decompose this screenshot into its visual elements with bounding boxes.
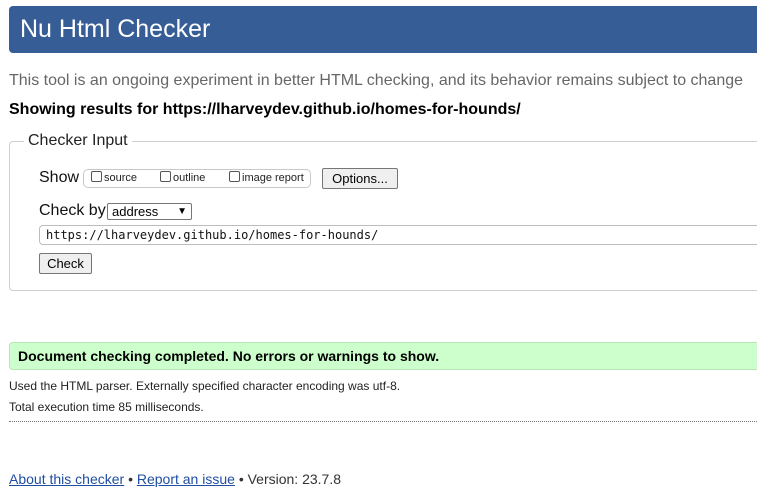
image-report-label: image report [242, 172, 304, 184]
about-checker-link[interactable]: About this checker [9, 471, 124, 487]
source-label: source [104, 172, 138, 184]
check-by-select[interactable]: address ▼ [107, 203, 192, 220]
parser-info: Used the HTML parser. Externally specifi… [9, 379, 401, 393]
header-bar: Nu Html Checker [9, 6, 757, 53]
check-by-label: Check by [39, 202, 106, 219]
divider [9, 421, 757, 422]
outline-checkbox[interactable] [160, 171, 171, 182]
show-image-report-option[interactable]: image report [229, 171, 304, 186]
chevron-down-icon: ▼ [177, 206, 187, 217]
footer-separator: • [128, 471, 133, 487]
page-title: Nu Html Checker [20, 15, 211, 43]
show-outline-option[interactable]: outline [160, 171, 205, 186]
image-report-checkbox[interactable] [229, 171, 240, 182]
footer-separator: • [238, 471, 244, 487]
check-button[interactable]: Check [39, 253, 92, 274]
footer: About this checker • Report an issue • V… [9, 471, 341, 488]
intro-text: This tool is an ongoing experiment in be… [9, 72, 744, 89]
checker-input-legend: Checker Input [24, 132, 132, 150]
success-message: Document checking completed. No errors o… [18, 348, 440, 364]
outline-label: outline [173, 172, 206, 184]
execution-time: Total execution time 85 milliseconds. [9, 400, 204, 414]
url-input[interactable]: https://lharveydev.github.io/homes-for-h… [39, 225, 757, 245]
report-issue-link[interactable]: Report an issue [137, 471, 235, 487]
show-options-group: source outline image report [83, 169, 311, 188]
version-text: Version: 23.7.8 [247, 471, 342, 487]
success-message-box: Document checking completed. No errors o… [9, 342, 757, 370]
show-label: Show [39, 169, 80, 186]
check-by-value: address [112, 204, 159, 219]
show-source-option[interactable]: source [91, 171, 137, 186]
showing-results-heading: Showing results for https://lharveydev.g… [9, 101, 521, 118]
options-button[interactable]: Options... [322, 168, 398, 189]
source-checkbox[interactable] [91, 171, 102, 182]
